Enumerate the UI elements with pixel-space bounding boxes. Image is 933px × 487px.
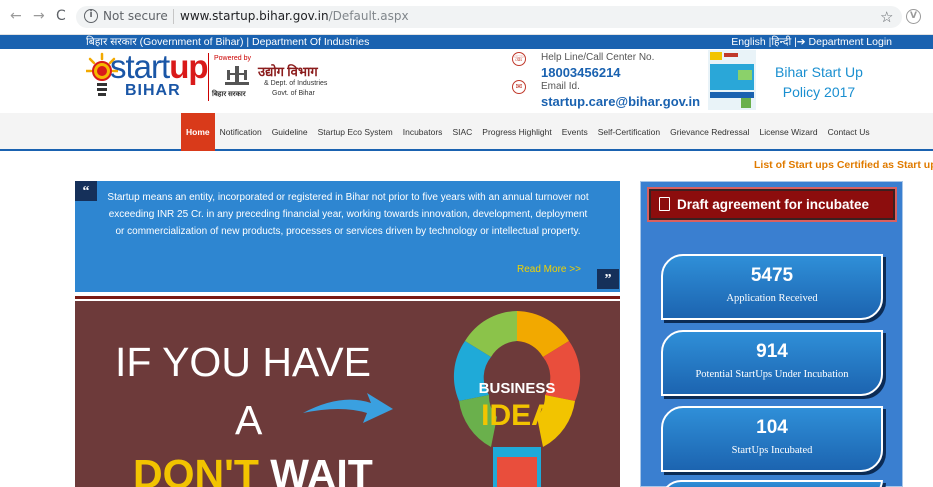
phone-icon: ☏ [512,52,526,66]
reload-icon[interactable]: C [56,8,66,24]
url-text[interactable]: www.startup.bihar.gov.in/Default.aspx [180,9,409,23]
dept-industries-label: & Dept. of Industries [264,80,328,87]
nav-progress-highlight[interactable]: Progress Highlight [477,113,556,151]
stat-number: 104 [756,417,788,438]
language-login-links[interactable]: English |हिन्दी |➔ Department Login [731,35,892,49]
bihar-wordmark: BIHAR [125,82,181,99]
draft-agreement-label: Draft agreement for incubatee [677,197,870,212]
logo-divider [208,53,209,101]
nav-siac[interactable]: SIAC [447,113,477,151]
stat-label: StartUps Incubated [731,445,813,456]
security-label: Not secure [103,9,168,23]
stat-label: Application Received [726,293,818,304]
main-navigation: Home Notification Guideline Startup Eco … [0,113,933,151]
draft-agreement-button[interactable]: Draft agreement for incubatee [649,189,895,220]
close-quote-icon: ” [597,269,619,289]
startup-definition-text: Startup means an entity, incorporated or… [107,192,589,237]
extension-icon[interactable]: V [906,9,921,24]
arrow-icon [303,393,393,423]
nav-incubators[interactable]: Incubators [398,113,448,151]
stat-card-incubated[interactable]: 104 StartUps Incubated [661,406,883,472]
government-topbar: बिहार सरकार (Government of Bihar) | Depa… [0,35,933,49]
powered-by-label: Powered by [214,55,251,62]
stat-label: Potential StartUps Under Incubation [695,369,849,380]
stat-card-under-incubation[interactable]: 914 Potential StartUps Under Incubation [661,330,883,396]
nav-self-certification[interactable]: Self-Certification [593,113,665,151]
helpline-number[interactable]: 18003456214 [541,65,621,80]
nav-license-wizard[interactable]: License Wizard [754,113,822,151]
read-more-link[interactable]: Read More >> [517,264,581,275]
nav-contact-us[interactable]: Contact Us [823,113,875,151]
stat-number: 914 [756,341,788,362]
stat-card-next[interactable] [661,480,883,487]
banner-line1: IF YOU HAVE [115,339,371,385]
startup-wordmark[interactable]: startup [110,48,209,85]
document-icon [659,197,670,211]
nav-notification[interactable]: Notification [215,113,267,151]
bulb-text-business: BUSINESS [479,380,556,397]
startup-list-marquee[interactable]: List of Start ups Certified as Start ups [754,159,933,171]
banner-wait: WAIT [258,451,373,487]
url-domain: www.startup.bihar.gov.in [180,9,329,23]
nav-guideline[interactable]: Guideline [267,113,313,151]
startup-definition-box: “ Startup means an entity, incorporated … [75,181,620,292]
banner-dont: DON'T [133,451,259,487]
stat-number: 5475 [750,265,794,286]
bulb-text-idea: IDEA [481,399,553,432]
address-bar[interactable]: i Not secure www.startup.bihar.gov.in/De… [76,6,902,28]
udyog-vibhag-label: उद्योग विभाग [258,64,318,79]
nav-home[interactable]: Home [181,113,215,151]
email-icon: ✉ [512,80,526,94]
nav-events[interactable]: Events [557,113,593,151]
bihar-sarkar-label: बिहार सरकार [212,90,246,98]
helpline-label: Help Line/Call Center No. [541,52,655,63]
hero-banner[interactable]: IF YOU HAVE A DON'T WAIT BUSINESS IDEA [75,301,620,487]
government-label: बिहार सरकार (Government of Bihar) | Depa… [86,36,370,48]
quote-divider [75,296,620,299]
open-quote-icon: “ [75,181,97,201]
logo-up: up [169,48,208,85]
info-icon[interactable]: i [84,9,98,23]
back-icon[interactable]: ← [10,8,22,24]
business-idea-bulb-icon: BUSINESS IDEA [453,311,581,487]
govt-bihar-label: Govt. of Bihar [272,90,315,97]
banner-line3: DON'T WAIT [133,451,373,487]
policy-cover-image[interactable] [708,50,756,110]
state-emblem-icon [225,66,249,85]
policy-link[interactable]: Bihar Start Up Policy 2017 [764,62,874,102]
nav-grievance-redressal[interactable]: Grievance Redressal [665,113,754,151]
stat-card-applications[interactable]: 5475 Application Received [661,254,883,320]
forward-icon[interactable]: → [33,8,45,24]
banner-line2: A [235,397,263,443]
email-address[interactable]: startup.care@bihar.gov.in [541,94,700,109]
address-divider [173,9,174,24]
logo-start: start [110,48,170,85]
bookmark-star-icon[interactable]: ☆ [880,8,893,26]
nav-startup-eco-system[interactable]: Startup Eco System [313,113,398,151]
email-label: Email Id. [541,81,580,92]
url-path: /Default.aspx [328,9,409,23]
